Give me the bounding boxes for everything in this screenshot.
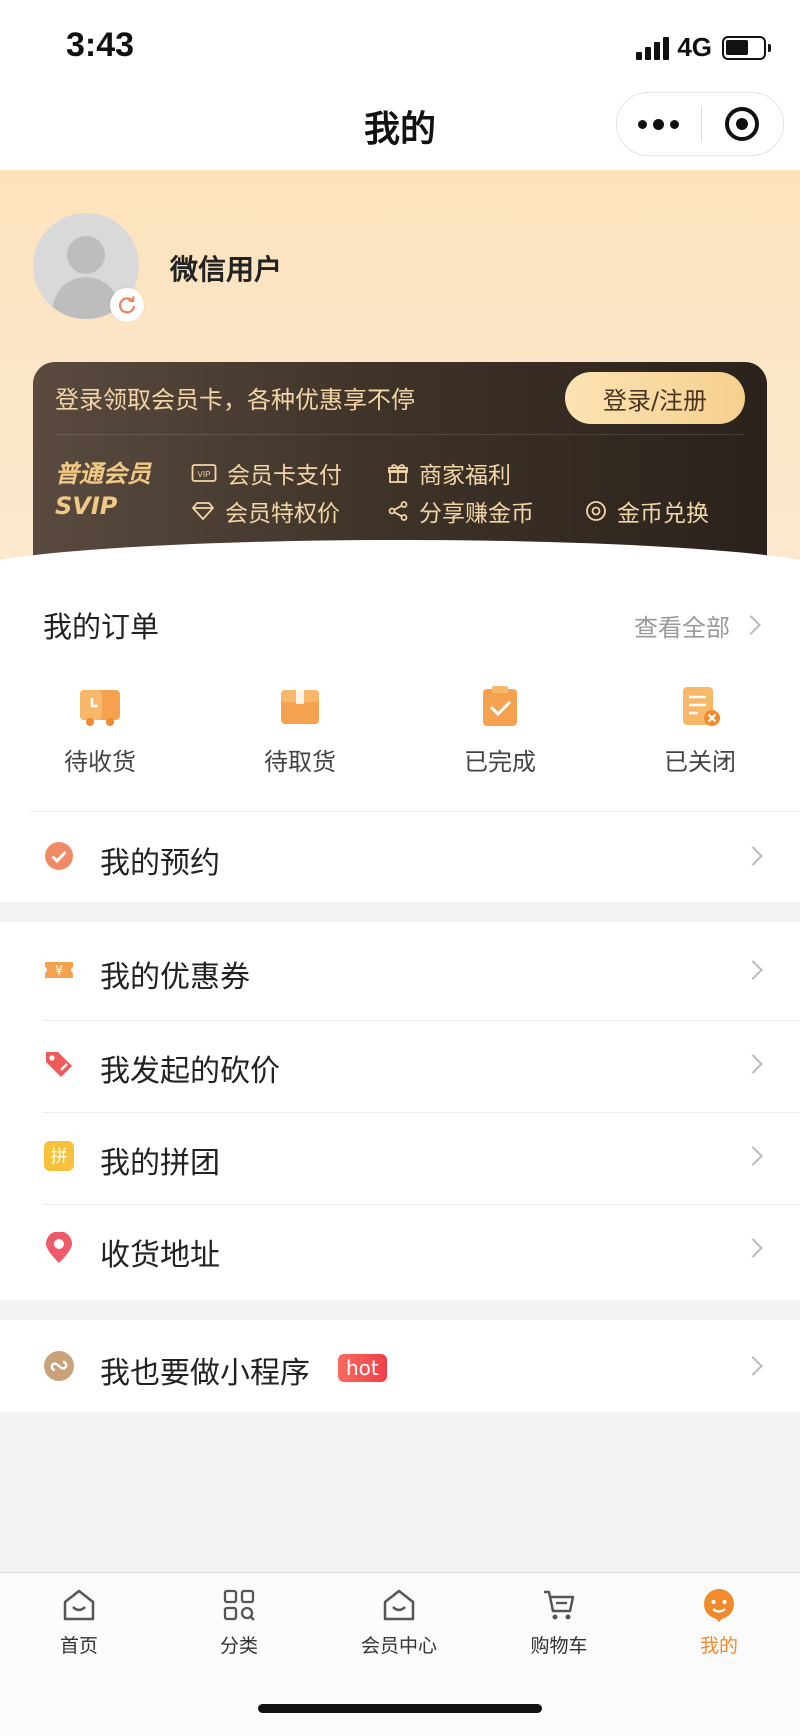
chevron-right-icon [743, 846, 763, 866]
menu-row-label: 收货地址 [100, 1238, 220, 1273]
group-buy-icon: 拼 [43, 1140, 75, 1172]
cart-icon [541, 1587, 577, 1623]
more-icon[interactable] [617, 93, 701, 155]
menu-row-bargain[interactable]: 我发起的砍价 [0, 1020, 800, 1108]
perk-privileges-label: 会员特权价 [225, 501, 340, 527]
tab-home[interactable]: 首页 [19, 1587, 139, 1658]
perk-merchant-benefits[interactable]: 商家福利 [387, 456, 511, 490]
tab-cart[interactable]: 购物车 [499, 1587, 619, 1658]
member-level-svip: SVIP [55, 492, 118, 520]
chevron-right-icon[interactable] [741, 615, 761, 635]
svg-text:拼: 拼 [51, 1147, 68, 1167]
menu-row-coupons[interactable]: ¥ 我的优惠券 [0, 926, 800, 1014]
tab-member-center[interactable]: 会员中心 [339, 1587, 459, 1658]
check-circle-icon [43, 840, 75, 872]
location-pin-icon [43, 1231, 75, 1264]
menu-row-label: 我的拼团 [100, 1146, 220, 1181]
refresh-avatar-icon[interactable] [110, 288, 144, 322]
member-card-tip: 登录领取会员卡，各种优惠享不停 [55, 386, 415, 414]
menu-block-main: ¥ 我的优惠券 我发起的砍价 拼 我的拼团 收货地址 [0, 922, 800, 1300]
menu-row-label: 我发起的砍价 [100, 1054, 280, 1089]
menu-row-appointment[interactable]: 我的预约 [0, 812, 800, 900]
tab-label: 首页 [59, 1635, 98, 1657]
orders-title: 我的订单 [43, 610, 160, 644]
perk-merchant-benefits-label: 商家福利 [419, 463, 511, 489]
perk-privileges[interactable]: 会员特权价 [191, 494, 340, 528]
tab-label: 购物车 [530, 1635, 588, 1657]
chevron-right-icon [743, 1146, 763, 1166]
appointment-block: 我的预约 [0, 812, 800, 902]
delivery-truck-icon [78, 684, 122, 728]
svg-text:VIP: VIP [198, 470, 211, 479]
order-status-label: 已完成 [464, 748, 536, 776]
order-status-label: 待收货 [64, 748, 136, 776]
gift-icon [388, 464, 408, 483]
category-grid-icon [221, 1587, 257, 1623]
order-status-completed[interactable]: 已完成 [440, 684, 560, 777]
price-tag-icon [43, 1048, 75, 1080]
diamond-icon [191, 502, 215, 521]
clipboard-check-icon [478, 684, 522, 728]
perk-coin-exchange[interactable]: 金币兑换 [585, 494, 709, 528]
member-level-name: 普通会员 [55, 460, 151, 488]
tab-label: 分类 [219, 1635, 258, 1657]
chevron-right-icon [743, 1238, 763, 1258]
chevron-right-icon [743, 1054, 763, 1074]
menu-row-mini-program[interactable]: 我也要做小程序 hot [0, 1322, 800, 1410]
battery-icon [722, 35, 771, 60]
nav-bar: 我的 [0, 70, 800, 170]
order-status-label: 已关闭 [664, 748, 736, 776]
perk-card-pay[interactable]: VIP 会员卡支付 [191, 456, 342, 490]
member-card: 登录领取会员卡，各种优惠享不停 登录/注册 普通会员 SVIP VIP 会员卡支… [33, 362, 767, 562]
chevron-right-icon [743, 1356, 763, 1376]
svg-text:¥: ¥ [55, 964, 63, 979]
package-box-icon [278, 684, 322, 728]
menu-row-label: 我的优惠券 [100, 960, 250, 995]
mini-program-icon [43, 1350, 75, 1382]
tab-category[interactable]: 分类 [179, 1587, 299, 1658]
menu-row-label: 我也要做小程序 [100, 1356, 310, 1391]
home-icon [61, 1587, 97, 1623]
perk-share-earn[interactable]: 分享赚金币 [387, 494, 534, 528]
network-type: 4G [677, 32, 712, 62]
share-icon [388, 501, 408, 521]
hot-badge: hot [338, 1354, 387, 1382]
mini-program-capsule [616, 92, 784, 156]
username[interactable]: 微信用户 [170, 248, 282, 288]
perk-coin-exchange-label: 金币兑换 [617, 501, 709, 527]
vip-card-icon: VIP [191, 464, 217, 482]
profile-face-icon [701, 1587, 737, 1623]
status-indicators: 4G [633, 32, 771, 63]
order-status-label: 待取货 [264, 748, 336, 776]
view-all-orders-link[interactable]: 查看全部 [634, 608, 730, 643]
close-target-icon[interactable] [702, 93, 784, 155]
status-time: 3:43 [66, 26, 135, 64]
card-divider [55, 434, 745, 435]
tab-mine[interactable]: 我的 [659, 1587, 779, 1658]
signal-icon [633, 36, 670, 60]
menu-row-group-buy[interactable]: 拼 我的拼团 [0, 1112, 800, 1200]
menu-row-address[interactable]: 收货地址 [0, 1204, 800, 1292]
orders-section: 我的订单 查看全部 待收货 待取货 已完成 已关闭 [0, 562, 800, 812]
login-register-button[interactable]: 登录/注册 [565, 372, 745, 424]
menu-row-label: 我的预约 [100, 846, 220, 881]
tab-label: 我的 [699, 1635, 738, 1657]
home-indicator [258, 1704, 542, 1713]
chevron-right-icon [743, 960, 763, 980]
tab-label: 会员中心 [360, 1635, 437, 1657]
mini-program-block: 我也要做小程序 hot [0, 1320, 800, 1412]
coupon-icon: ¥ [43, 954, 75, 986]
document-closed-icon [678, 684, 722, 728]
order-status-pending-receipt[interactable]: 待收货 [40, 684, 160, 777]
order-status-closed[interactable]: 已关闭 [640, 684, 760, 777]
coin-icon [586, 501, 606, 521]
member-center-icon [381, 1587, 417, 1623]
perk-share-earn-label: 分享赚金币 [419, 501, 534, 527]
order-status-pending-pickup[interactable]: 待取货 [240, 684, 360, 777]
perk-card-pay-label: 会员卡支付 [227, 463, 342, 489]
